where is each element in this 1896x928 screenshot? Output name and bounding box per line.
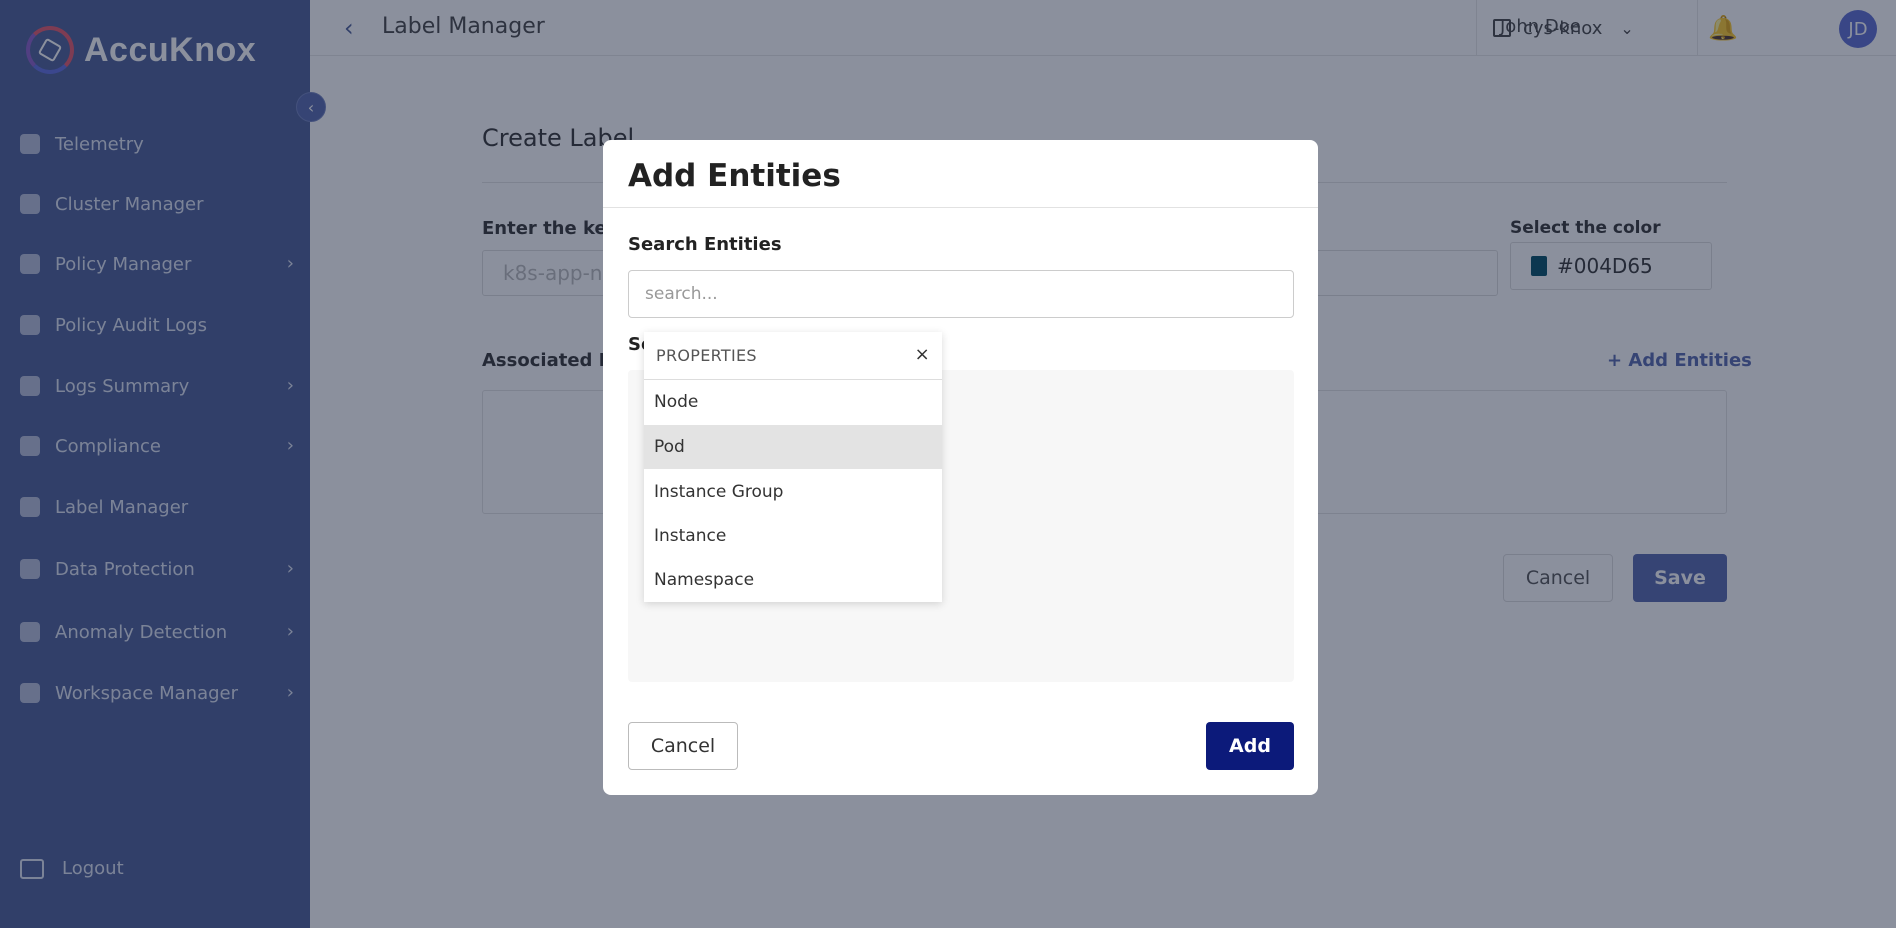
- dropdown-item-node[interactable]: Node: [644, 380, 942, 424]
- cancel-button[interactable]: Cancel: [628, 722, 738, 770]
- dropdown-header: PROPERTIES ×: [644, 332, 942, 380]
- dropdown-item-namespace[interactable]: Namespace: [644, 558, 942, 602]
- search-input[interactable]: [628, 270, 1294, 318]
- dropdown-item-instance-group[interactable]: Instance Group: [644, 470, 942, 514]
- dropdown-item-instance[interactable]: Instance: [644, 514, 942, 558]
- dropdown-item-pod[interactable]: Pod: [644, 425, 942, 469]
- modal-divider: [603, 207, 1318, 208]
- dropdown-header-label: PROPERTIES: [656, 346, 757, 365]
- add-button[interactable]: Add: [1206, 722, 1294, 770]
- modal-title: Add Entities: [628, 158, 841, 194]
- close-icon[interactable]: ×: [915, 344, 930, 365]
- properties-dropdown: PROPERTIES × Node Pod Instance Group Ins…: [644, 332, 942, 602]
- search-entities-label: Search Entities: [628, 234, 782, 255]
